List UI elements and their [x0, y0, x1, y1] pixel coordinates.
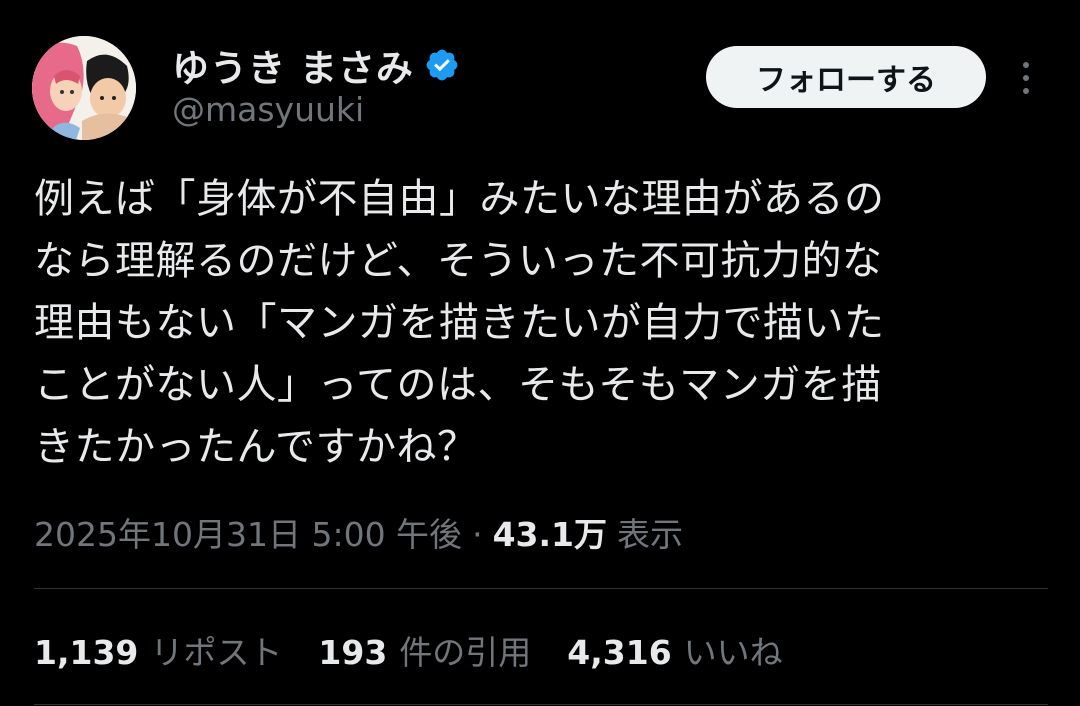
- views-count[interactable]: 43.1万: [493, 508, 607, 556]
- reposts-count: 1,139: [34, 633, 139, 672]
- divider: [34, 588, 1048, 589]
- more-vertical-icon[interactable]: [1010, 56, 1042, 100]
- follow-button[interactable]: フォローする: [706, 46, 986, 108]
- quotes-label: 件の引用: [399, 633, 532, 672]
- verified-badge-icon[interactable]: [424, 47, 460, 83]
- name-row: ゆうき まさみ: [172, 38, 460, 92]
- reposts-stat[interactable]: 1,139 リポスト: [34, 626, 282, 674]
- user-handle[interactable]: @masyuuki: [172, 90, 364, 129]
- more-dot: [1023, 88, 1029, 94]
- quotes-stat[interactable]: 193 件の引用: [318, 626, 531, 674]
- views-label[interactable]: 表示: [617, 508, 683, 556]
- avatar-illustration: [32, 36, 136, 140]
- display-name[interactable]: ゆうき まさみ: [172, 38, 414, 92]
- avatar[interactable]: [32, 36, 136, 140]
- likes-stat[interactable]: 4,316 いいね: [567, 626, 782, 674]
- meta-separator: ·: [472, 515, 483, 554]
- engagement-stats: 1,139 リポスト 193 件の引用 4,316 いいね: [34, 626, 819, 674]
- tweet-timestamp[interactable]: 2025年10月31日 5:00 午後: [34, 508, 462, 556]
- quotes-count: 193: [318, 633, 388, 672]
- tweet-header: ゆうき まさみ @masyuuki フォローする: [0, 0, 1080, 150]
- reposts-label: リポスト: [150, 633, 283, 672]
- likes-count: 4,316: [567, 633, 672, 672]
- tweet-meta: 2025年10月31日 5:00 午後 · 43.1万 表示: [34, 508, 683, 556]
- more-dot: [1023, 75, 1029, 81]
- more-dot: [1023, 62, 1029, 68]
- divider: [34, 704, 1048, 705]
- tweet-text: 例えば「身体が不自由」みたいな理由があるの なら理解るのだけど、そういった不可抗…: [34, 176, 885, 470]
- likes-label: いいね: [683, 633, 783, 672]
